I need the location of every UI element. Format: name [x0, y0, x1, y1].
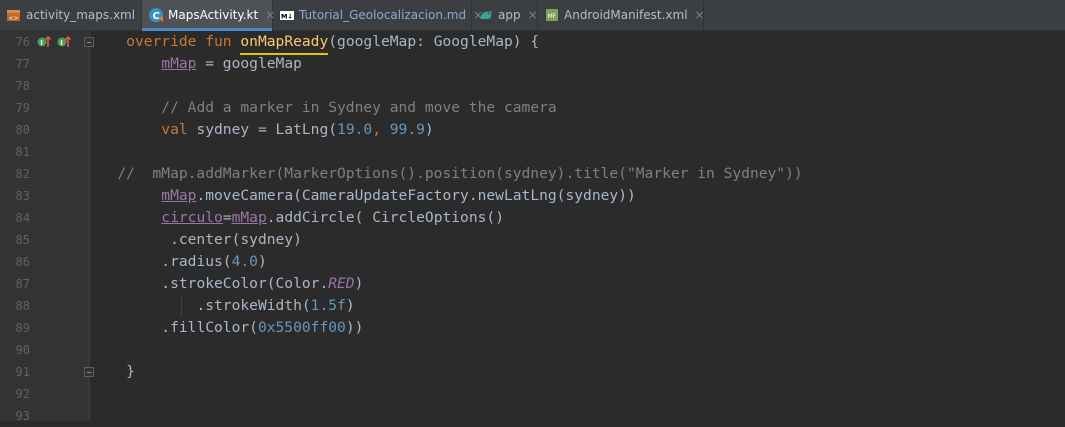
code-text: .radius( — [161, 253, 232, 270]
code-line-84: circulo=mMap.addCircle( CircleOptions() — [91, 207, 504, 229]
code-line-79: // Add a marker in Sydney and move the c… — [91, 97, 557, 119]
kotlin-class-icon: C — [148, 7, 164, 23]
code-text: .center(sydney) — [170, 231, 302, 248]
number-literal: 19.0 — [337, 121, 373, 138]
code-text: ) — [424, 121, 434, 138]
tab-label: Tutorial_Geolocalizacion.md — [299, 8, 467, 22]
code-line-85: .center(sydney) — [91, 229, 302, 251]
keyword-text: override fun — [126, 33, 241, 50]
property-ref: circulo — [161, 209, 223, 226]
code-line-76: override fun onMapReady(googleMap: Googl… — [91, 31, 540, 55]
manifest-icon: MF — [544, 7, 560, 23]
code-text: .strokeWidth( — [196, 297, 311, 314]
tab-label: AndroidManifest.xml — [564, 8, 688, 22]
code-line-89: .fillColor(0x5500ff00)) — [91, 317, 363, 339]
code-text: = — [222, 209, 232, 226]
tab-label: activity_maps.xml — [26, 8, 136, 22]
code-text: .fillColor( — [161, 319, 258, 336]
code-text: , — [372, 121, 390, 138]
code-text: } — [126, 363, 135, 380]
tab-activity-maps-xml[interactable]: <> activity_maps.xml × — [0, 0, 152, 30]
code-line-80: val sydney = LatLng(19.0, 99.9) — [91, 119, 434, 141]
comment-text: // mMap.addMarker(MarkerOptions().positi… — [117, 165, 803, 182]
layout-xml-icon: <> — [6, 7, 22, 23]
function-name: onMapReady — [240, 31, 329, 55]
svg-text:MF: MF — [548, 13, 557, 20]
code-text: .strokeColor(Color. — [161, 275, 329, 292]
tab-label: MapsActivity.kt — [168, 8, 259, 22]
code-text: )) — [345, 319, 364, 336]
property-ref: mMap — [161, 187, 197, 204]
code-text: sydney = LatLng( — [187, 121, 338, 138]
code-text: ) — [257, 253, 267, 270]
code-line-86: .radius(4.0) — [91, 251, 267, 273]
code-text: (googleMap: GoogleMap) { — [328, 33, 540, 50]
number-literal: 99.9 — [389, 121, 425, 138]
svg-text:M↓: M↓ — [281, 13, 293, 21]
svg-text:<>: <> — [9, 15, 19, 22]
editor-tab-bar: <> activity_maps.xml × C MapsActivity.kt… — [0, 0, 1065, 31]
number-literal: 0x5500ff00 — [257, 319, 346, 336]
comment-text: // Add a marker in Sydney and move the c… — [161, 99, 557, 116]
code-line-77: mMap = googleMap — [91, 53, 302, 75]
tab-tutorial-geolocalizacion-md[interactable]: M↓ Tutorial_Geolocalizacion.md × — [273, 0, 483, 30]
constant-ref: RED — [328, 275, 355, 292]
code-text: .moveCamera(CameraUpdateFactory.newLatLn… — [196, 187, 636, 204]
number-literal: 4.0 — [231, 253, 258, 270]
code-line-87: .strokeColor(Color.RED) — [91, 273, 363, 295]
code-line-83: mMap.moveCamera(CameraUpdateFactory.newL… — [91, 185, 636, 207]
svg-text:C: C — [153, 11, 160, 22]
code-text: = googleMap — [196, 55, 302, 72]
property-ref: mMap — [161, 55, 197, 72]
property-ref: mMap — [231, 209, 267, 226]
code-line-91: } — [91, 361, 135, 383]
tab-android-manifest-xml[interactable]: MF AndroidManifest.xml × — [538, 0, 705, 30]
code-line-82: // mMap.addMarker(MarkerOptions().positi… — [91, 163, 803, 185]
close-icon[interactable]: × — [528, 9, 538, 21]
android-module-icon — [478, 7, 494, 23]
tab-maps-activity-kt[interactable]: C MapsActivity.kt × — [142, 0, 275, 31]
close-icon[interactable]: × — [695, 9, 705, 21]
tab-label: app — [498, 8, 521, 22]
code-line-88: .strokeWidth(1.5f) — [91, 295, 355, 317]
code-editor[interactable]: override fun onMapReady(googleMap: Googl… — [0, 31, 1065, 421]
number-literal: 1.5f — [310, 297, 346, 314]
code-text: ) — [354, 275, 364, 292]
keyword-text: val — [161, 121, 188, 138]
code-text: ) — [345, 297, 355, 314]
tab-app[interactable]: app × — [472, 0, 538, 30]
code-text: .addCircle( CircleOptions() — [266, 209, 504, 226]
markdown-icon: M↓ — [279, 7, 295, 23]
